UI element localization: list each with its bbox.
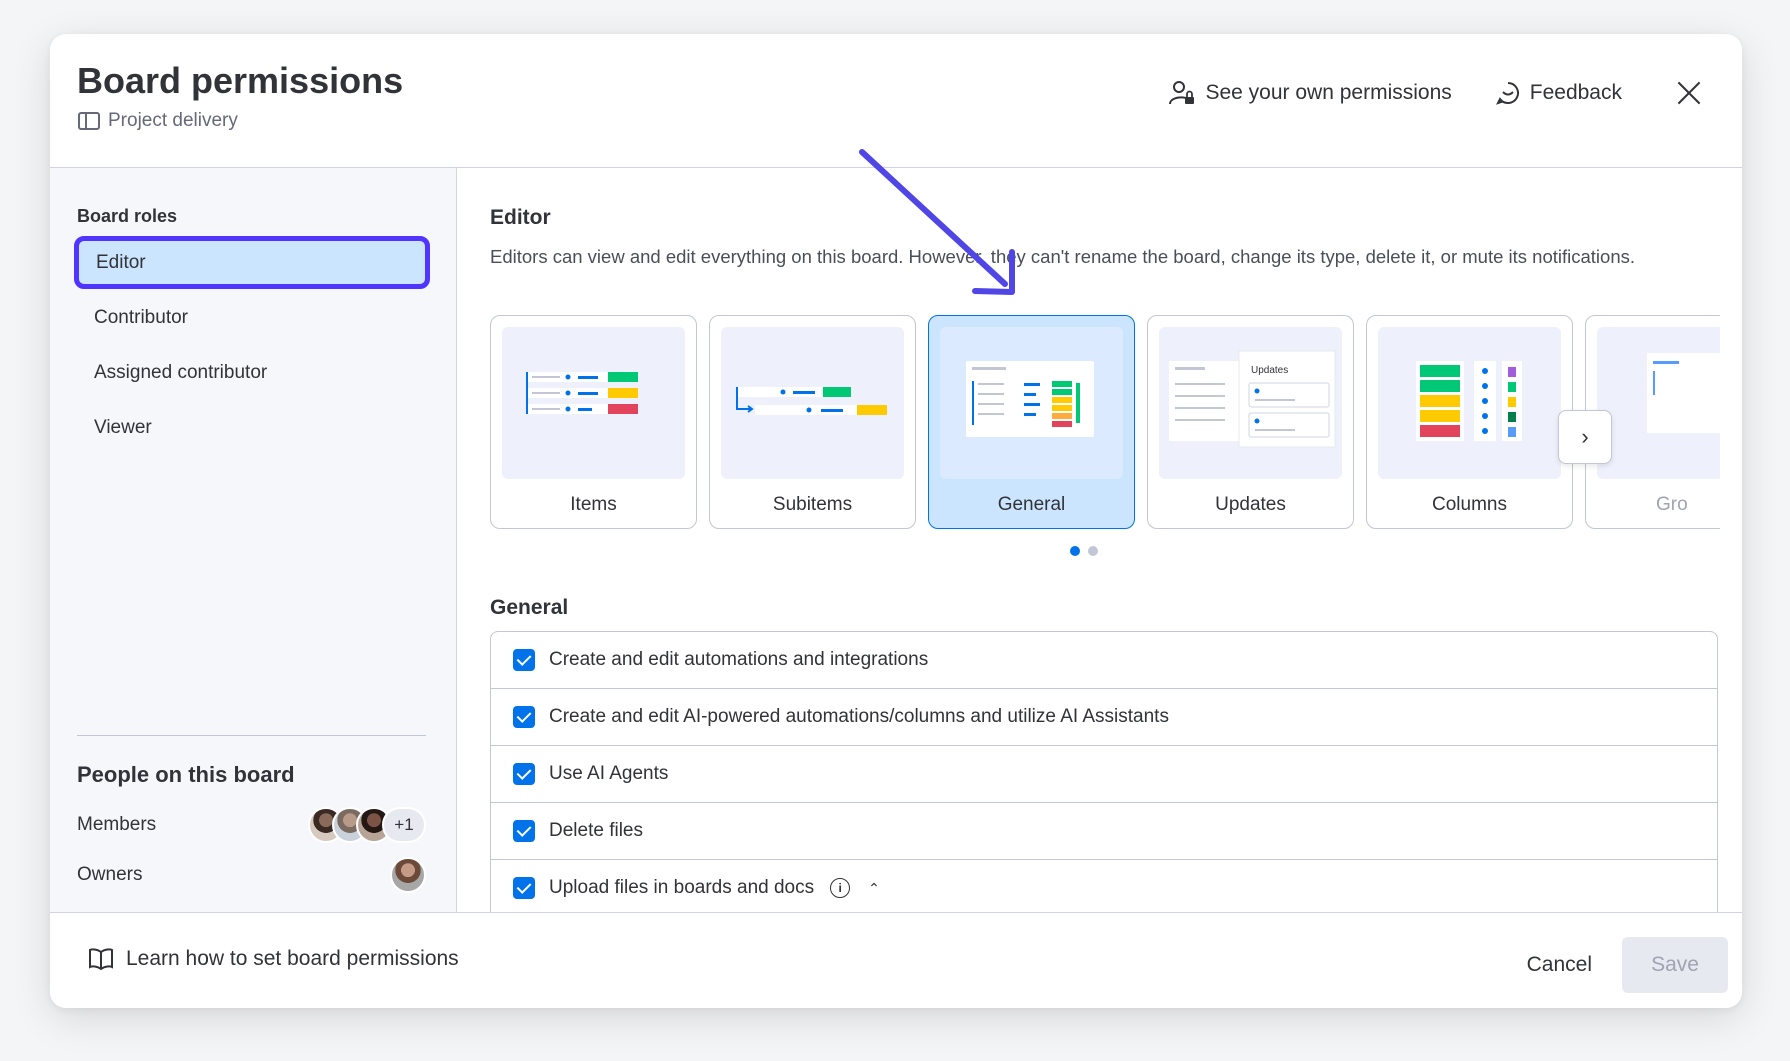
owners-avatars[interactable] — [390, 857, 426, 893]
groups-thumbnail — [1597, 327, 1720, 479]
items-illustration-icon — [526, 372, 638, 414]
feedback-button[interactable]: Feedback — [1495, 81, 1622, 105]
board-name-label: Project delivery — [108, 110, 238, 131]
see-own-permissions-button[interactable]: See your own permissions — [1169, 80, 1452, 106]
board-icon — [78, 112, 100, 130]
board-name: Project delivery — [78, 110, 238, 132]
sidebar-divider — [77, 735, 426, 736]
permission-row: Create and edit AI-powered automations/c… — [491, 689, 1717, 746]
general-illustration-icon — [966, 361, 1094, 437]
owners-row: Owners — [77, 855, 426, 895]
close-icon[interactable] — [1674, 78, 1704, 108]
permission-checkbox[interactable] — [513, 877, 535, 899]
page-title: Board permissions — [77, 60, 404, 101]
permission-checkbox[interactable] — [513, 649, 535, 671]
category-card-items[interactable]: Items — [490, 315, 697, 529]
category-card-updates[interactable]: Updates Updates — [1147, 315, 1354, 529]
category-card-label: Columns — [1432, 494, 1507, 515]
items-thumbnail — [502, 327, 685, 479]
permission-label: Upload files in boards and docs — [549, 877, 815, 898]
category-card-label: General — [997, 494, 1066, 515]
pagination-dot[interactable] — [1088, 546, 1098, 556]
save-button[interactable]: Save — [1622, 937, 1728, 993]
feedback-label: Feedback — [1529, 81, 1622, 104]
carousel-next-button[interactable]: › — [1558, 410, 1612, 464]
permission-label: Create and edit automations and integrat… — [549, 649, 929, 670]
category-carousel: Items Subitems General Updates Updates C… — [490, 315, 1720, 533]
permission-checkbox[interactable] — [513, 763, 535, 785]
permission-row: Delete files — [491, 803, 1717, 860]
chevron-right-icon: › — [1581, 424, 1589, 449]
members-label: Members — [77, 814, 157, 835]
chevron-up-icon[interactable]: ⌃ — [868, 880, 880, 897]
members-extra-count: +1 — [382, 807, 426, 843]
main-panel: Editor Editors can view and edit everyth… — [458, 168, 1742, 912]
permission-label: Create and edit AI-powered automations/c… — [549, 706, 1169, 727]
columns-illustration-icon — [1416, 361, 1522, 441]
general-thumbnail — [940, 327, 1123, 479]
modal-footer: Learn how to set board permissions Cance… — [50, 912, 1742, 1008]
category-card-general[interactable]: General — [928, 315, 1135, 529]
category-card-subitems[interactable]: Subitems — [709, 315, 916, 529]
permission-row: Use AI Agents — [491, 746, 1717, 803]
see-own-permissions-label: See your own permissions — [1205, 81, 1452, 104]
updates-thumbnail: Updates — [1159, 327, 1342, 479]
members-avatars[interactable]: +1 — [308, 807, 426, 843]
modal-header: Board permissions Project delivery See y… — [50, 34, 1742, 168]
pagination-dot[interactable] — [1070, 546, 1080, 556]
section-title: General — [490, 596, 569, 619]
permission-checkbox[interactable] — [513, 820, 535, 842]
category-card-label: Gro — [1656, 494, 1688, 515]
permission-row: Create and edit automations and integrat… — [491, 632, 1717, 689]
subitems-thumbnail — [721, 327, 904, 479]
board-roles-heading: Board roles — [77, 206, 178, 226]
avatar — [390, 857, 426, 893]
sidebar-item-editor[interactable]: Editor — [74, 236, 430, 289]
columns-thumbnail — [1378, 327, 1561, 479]
category-card-label: Updates — [1215, 494, 1286, 515]
permission-label: Delete files — [549, 820, 643, 841]
updates-illustration-icon: Updates — [1169, 350, 1336, 448]
header-actions: See your own permissions Feedback — [1169, 78, 1704, 108]
sidebar-item-viewer[interactable]: Viewer — [74, 401, 430, 454]
user-lock-icon — [1169, 81, 1195, 105]
info-icon[interactable]: i — [830, 878, 851, 898]
category-card-columns[interactable]: Columns — [1366, 315, 1573, 529]
permission-row: Upload files in boards and docs i ⌃ — [491, 860, 1717, 912]
members-row: Members +1 — [77, 805, 426, 845]
svg-text:Updates: Updates — [1251, 365, 1288, 376]
cancel-button[interactable]: Cancel — [1507, 937, 1612, 993]
learn-permissions-label: Learn how to set board permissions — [126, 947, 459, 970]
carousel-pagination — [1070, 546, 1098, 556]
permission-list: Create and edit automations and integrat… — [490, 631, 1718, 912]
category-card-label: Subitems — [772, 494, 853, 515]
subitems-illustration-icon — [736, 387, 887, 415]
groups-illustration-icon — [1647, 353, 1720, 433]
sidebar-item-contributor[interactable]: Contributor — [74, 291, 430, 344]
learn-permissions-link[interactable]: Learn how to set board permissions — [88, 947, 459, 971]
role-list: Editor Contributor Assigned contributor … — [74, 236, 430, 456]
people-heading: People on this board — [77, 762, 295, 787]
category-card-label: Items — [570, 494, 617, 515]
permission-label: Use AI Agents — [549, 763, 669, 784]
role-description: Editors can view and edit everything on … — [490, 246, 1635, 267]
book-icon — [89, 948, 113, 971]
feedback-icon — [1495, 82, 1519, 105]
board-permissions-modal: Board permissions Project delivery See y… — [50, 34, 1742, 1008]
role-title: Editor — [490, 206, 551, 229]
permission-checkbox[interactable] — [513, 706, 535, 728]
owners-label: Owners — [77, 864, 143, 885]
sidebar: Board roles Editor Contributor Assigned … — [50, 168, 457, 912]
sidebar-item-assigned-contributor[interactable]: Assigned contributor — [74, 346, 430, 399]
